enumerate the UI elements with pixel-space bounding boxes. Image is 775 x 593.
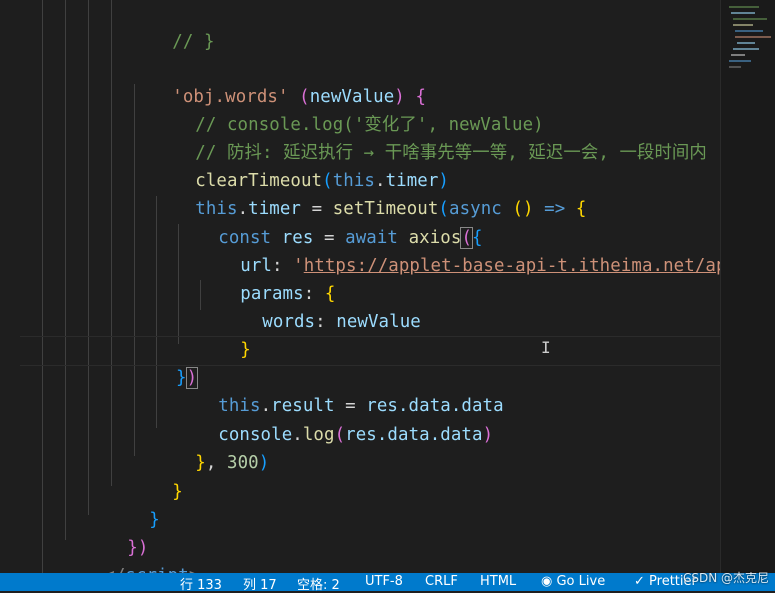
status-language[interactable]: HTML: [480, 574, 516, 589]
status-eol[interactable]: CRLF: [425, 574, 458, 589]
variable: res.data.data: [345, 425, 483, 445]
status-column[interactable]: 列 17: [243, 574, 277, 593]
code-line[interactable]: params: {: [198, 252, 335, 304]
status-bar: 行 133 列 17 空格: 2 UTF-8 CRLF HTML ◉ Go Li…: [0, 573, 775, 593]
code-line[interactable]: words: newValue: [220, 280, 421, 332]
indent-guide: [65, 0, 66, 540]
code-line[interactable]: clearTimeout(this.timer): [153, 139, 449, 191]
property: words: [262, 312, 316, 332]
indent-guide: [111, 0, 112, 486]
go-live-label: Go Live: [556, 574, 606, 589]
status-line[interactable]: 行 133: [180, 574, 222, 593]
code-line[interactable]: }): [85, 506, 148, 558]
variable: newValue: [336, 312, 421, 332]
check-icon: ✓: [634, 574, 645, 589]
code-line[interactable]: }, 300): [153, 421, 269, 473]
broadcast-icon: ◉: [541, 574, 553, 589]
code-line[interactable]: this.result = res.data.data: [176, 364, 504, 416]
indent-guide: [134, 84, 135, 456]
code-line[interactable]: console.log(res.data.data): [176, 393, 493, 445]
code-line[interactable]: }: [130, 450, 183, 502]
function-name: log: [302, 425, 335, 445]
indent-guide: [88, 0, 89, 515]
code-editor[interactable]: // } 'obj.words' (newValue) { // console…: [0, 0, 720, 573]
mouse-cursor-icon: I: [541, 338, 551, 357]
code-line[interactable]: // 防抖: 延迟执行 → 干啥事先等一等, 延迟一会, 一段时间内: [153, 111, 707, 163]
code-line[interactable]: this.timer = setTimeout(async () => {: [153, 167, 586, 219]
status-encoding[interactable]: UTF-8: [365, 574, 403, 589]
code-line-active[interactable]: }): [0, 336, 720, 389]
code-line[interactable]: const res = await axios({: [176, 196, 483, 249]
code-line[interactable]: 'obj.words' (newValue) {: [130, 55, 426, 107]
status-spaces[interactable]: 空格: 2: [297, 574, 340, 593]
number: 300: [227, 453, 259, 473]
watermark: CSDN @杰克尼: [682, 571, 769, 585]
indent-guide: [42, 0, 43, 573]
html-tag: script: [125, 566, 188, 573]
code-line[interactable]: }: [107, 478, 160, 530]
code-line[interactable]: url: 'https://applet-base-api-t.itheima.…: [198, 224, 720, 276]
code-line[interactable]: }: [198, 308, 251, 360]
url-string[interactable]: https://applet-base-api-t.itheima.net/ap: [304, 256, 720, 276]
code-line[interactable]: // }: [130, 0, 215, 52]
code-line[interactable]: // console.log('变化了', newValue): [153, 83, 544, 135]
comment: // }: [172, 32, 215, 52]
go-live-button[interactable]: ◉ Go Live: [541, 574, 605, 589]
code-line[interactable]: </script>: [62, 534, 199, 573]
minimap[interactable]: [720, 0, 775, 573]
